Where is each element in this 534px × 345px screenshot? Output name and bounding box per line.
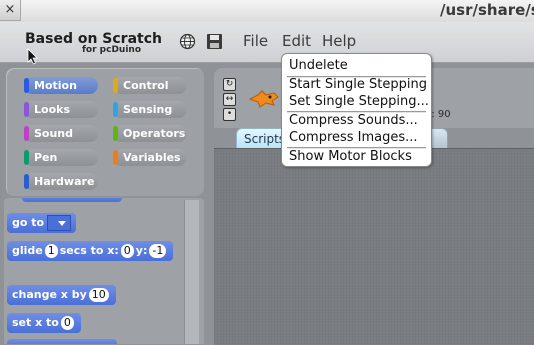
category-panel: Motion Control Looks Sensing Sound Opera… <box>6 68 204 196</box>
save-icon[interactable] <box>206 33 223 50</box>
menu-item-compress-sounds[interactable]: Compress Sounds... <box>289 112 418 129</box>
set-x-input[interactable]: 0 <box>60 316 74 330</box>
glide-mid-label: secs to x: <box>59 244 119 257</box>
category-sensing[interactable]: Sensing <box>113 101 187 118</box>
blocks-palette: go to glide 1 secs to x: 0 y: -1 change x by 1… <box>4 198 204 344</box>
block-go-to[interactable]: go to <box>7 213 77 233</box>
block-glide[interactable]: glide 1 secs to x: 0 y: -1 <box>7 241 174 261</box>
glide-label: glide <box>12 244 43 257</box>
no-rotate-icon[interactable]: • <box>223 108 236 121</box>
menu-item-set-single-stepping[interactable]: Set Single Stepping... <box>289 93 429 110</box>
glide-y-label: y: <box>135 244 148 257</box>
glide-x-input[interactable]: 0 <box>120 244 134 258</box>
menu-item-undelete[interactable]: Undelete <box>289 57 348 74</box>
category-variables[interactable]: Variables <box>113 149 187 166</box>
flip-style-icon[interactable]: ↔ <box>223 93 236 106</box>
glide-y-input[interactable]: -1 <box>149 244 167 258</box>
mouse-cursor-icon <box>27 48 38 65</box>
block-partial-bottom[interactable] <box>7 339 117 344</box>
change-x-label: change x by <box>12 288 87 301</box>
glide-secs-input[interactable]: 1 <box>44 244 58 258</box>
app-subtitle: for pcDuino <box>82 45 142 55</box>
go-to-dropdown[interactable] <box>47 215 72 231</box>
close-button[interactable]: × <box>0 0 21 21</box>
rotate-style-icon[interactable]: ↻ <box>223 78 236 91</box>
category-sound[interactable]: Sound <box>24 125 98 142</box>
menu-edit[interactable]: Edit <box>282 32 311 50</box>
set-x-label: set x to <box>12 316 59 329</box>
block-set-x[interactable]: set x to 0 <box>7 313 81 333</box>
window-title: /usr/share/s <box>440 1 534 19</box>
globe-icon[interactable] <box>179 33 196 50</box>
menu-item-start-single-stepping[interactable]: Start Single Stepping <box>289 76 427 93</box>
menu-item-show-motor-blocks[interactable]: Show Motor Blocks <box>289 148 412 165</box>
block-partial[interactable] <box>22 198 122 202</box>
category-motion[interactable]: Motion <box>24 77 98 94</box>
palette-scrollbar[interactable] <box>184 200 199 344</box>
block-go-to-label: go to <box>12 216 45 229</box>
category-hardware[interactable]: Hardware <box>24 173 98 190</box>
menu-item-compress-images[interactable]: Compress Images... <box>289 129 418 146</box>
category-operators[interactable]: Operators <box>113 125 187 142</box>
change-x-input[interactable]: 10 <box>88 288 109 302</box>
edit-menu-dropdown: Undelete Start Single Stepping Set Singl… <box>281 53 432 167</box>
category-looks[interactable]: Looks <box>24 101 98 118</box>
menu-help[interactable]: Help <box>322 32 356 50</box>
menu-file[interactable]: File <box>243 32 268 50</box>
block-change-x[interactable]: change x by 10 <box>7 285 116 305</box>
sprite-thumbnail-icon[interactable] <box>248 87 280 109</box>
window-titlebar: × /usr/share/s <box>0 0 534 23</box>
scripts-pane[interactable] <box>214 148 534 345</box>
menubar: Based on Scratch for pcDuino File Edit H… <box>0 22 534 63</box>
category-control[interactable]: Control <box>113 77 187 94</box>
category-pen[interactable]: Pen <box>24 149 98 166</box>
